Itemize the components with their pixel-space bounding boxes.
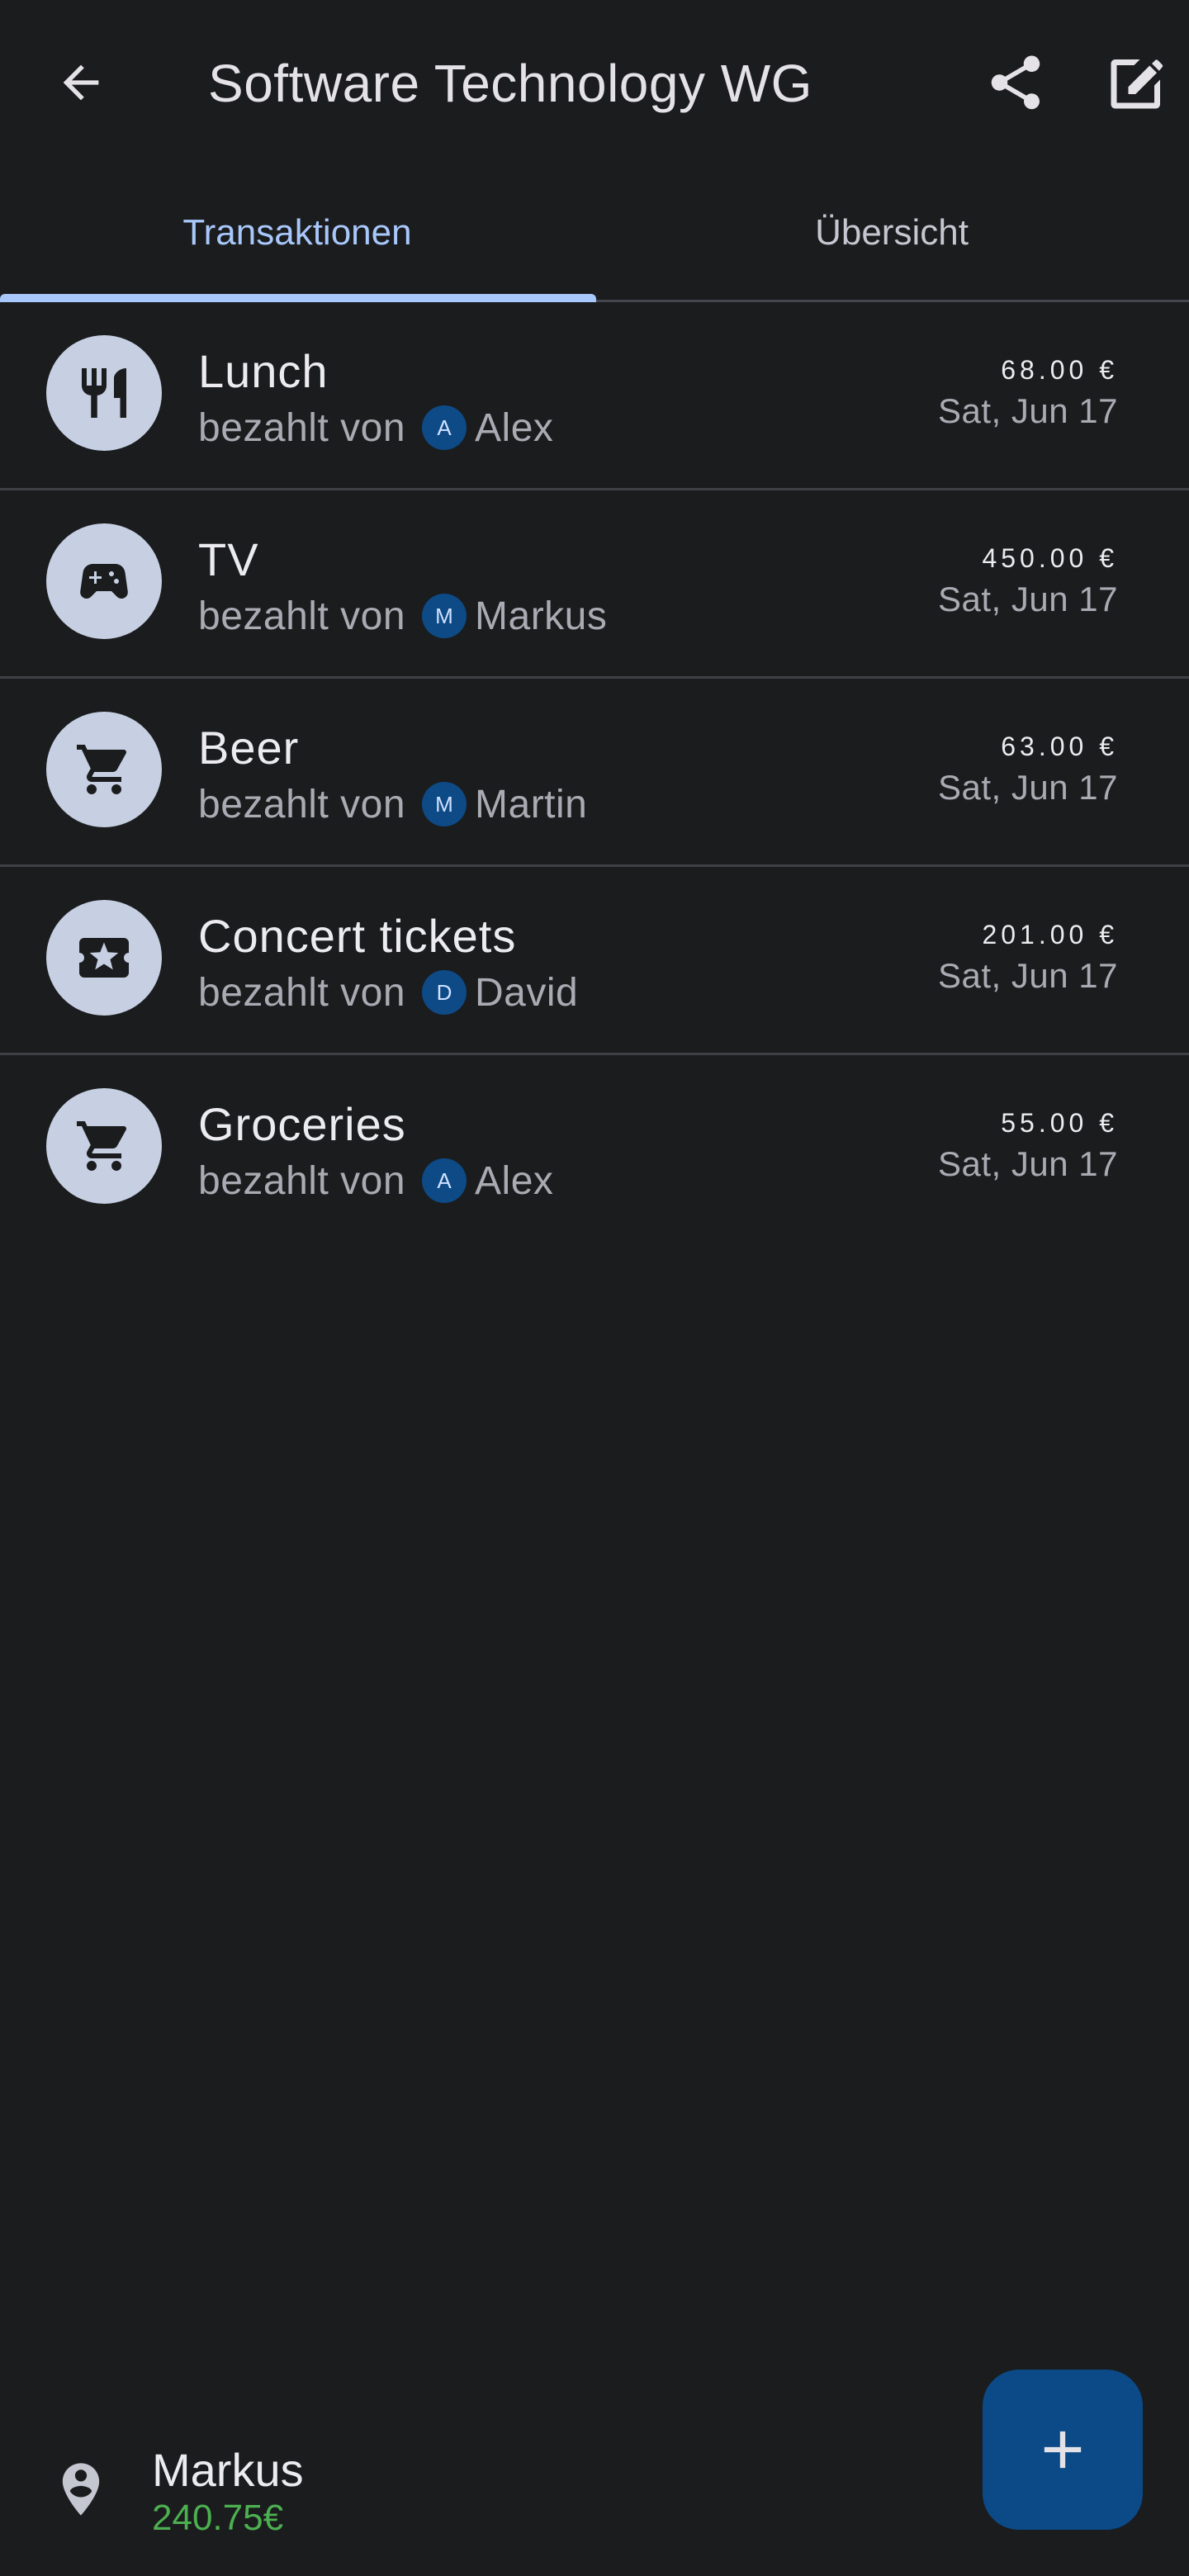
- transaction-date: Sat, Jun 17: [938, 768, 1118, 807]
- transaction-title: Lunch: [198, 345, 329, 397]
- page-title: Software Technology WG: [208, 54, 812, 113]
- paid-by-line: bezahlt von A Alex: [198, 403, 553, 452]
- tab-transaktionen[interactable]: Transaktionen: [0, 165, 594, 300]
- edit-icon: [1111, 59, 1163, 109]
- share-icon: [991, 55, 1040, 110]
- transaction-row[interactable]: Groceries bezahlt von A Alex 55.00 € Sat…: [0, 1055, 1189, 1243]
- transaction-date: Sat, Jun 17: [938, 956, 1118, 995]
- paid-by-label: bezahlt von: [198, 405, 406, 450]
- transaction-amount: 201.00 €: [982, 920, 1118, 949]
- paid-by-label: bezahlt von: [198, 782, 406, 826]
- payer-name: Alex: [475, 1158, 554, 1203]
- payer-name: Alex: [475, 405, 554, 450]
- restaurant-icon: [46, 335, 162, 451]
- ticket-icon: [46, 900, 162, 1016]
- transaction-amount: 68.00 €: [1001, 355, 1118, 385]
- gamepad-icon: [46, 523, 162, 639]
- shopping-cart-icon: [46, 1088, 162, 1204]
- transaction-title: Groceries: [198, 1098, 406, 1150]
- back-button[interactable]: [40, 41, 122, 124]
- paid-by-label: bezahlt von: [198, 594, 406, 638]
- payer-name: Martin: [475, 782, 588, 826]
- avatar: A: [422, 405, 467, 450]
- add-transaction-button[interactable]: [983, 2370, 1143, 2530]
- transaction-date: Sat, Jun 17: [938, 391, 1118, 430]
- transaction-amount: 63.00 €: [1001, 732, 1118, 761]
- paid-by-line: bezahlt von D David: [198, 968, 578, 1017]
- tab-uebersicht[interactable]: Übersicht: [594, 165, 1189, 300]
- payer-name: David: [475, 970, 579, 1015]
- top-app-bar: Software Technology WG: [0, 0, 1189, 165]
- transaction-list: Lunch bezahlt von A Alex 68.00 € Sat, Ju…: [0, 302, 1189, 1243]
- shopping-cart-icon: [46, 712, 162, 827]
- transaction-row[interactable]: Beer bezahlt von M Martin 63.00 € Sat, J…: [0, 679, 1189, 867]
- avatar: M: [422, 782, 467, 826]
- current-user[interactable]: Markus 240.75€: [46, 2444, 624, 2543]
- paid-by-line: bezahlt von M Martin: [198, 779, 587, 829]
- avatar: A: [422, 1158, 467, 1203]
- transaction-amount: 55.00 €: [1001, 1108, 1118, 1138]
- transaction-date: Sat, Jun 17: [938, 580, 1118, 618]
- avatar: M: [422, 594, 467, 638]
- transaction-title: TV: [198, 533, 259, 585]
- transaction-row[interactable]: Concert tickets bezahlt von D David 201.…: [0, 867, 1189, 1055]
- transaction-amount: 450.00 €: [982, 543, 1118, 573]
- tab-indicator: [0, 294, 596, 302]
- tab-label: Transaktionen: [182, 211, 412, 253]
- person-pin-icon: [46, 2452, 116, 2526]
- paid-by-label: bezahlt von: [198, 970, 406, 1015]
- app-root: Software Technology WG Transaktionen Übe…: [0, 0, 1189, 2576]
- transaction-row[interactable]: TV bezahlt von M Markus 450.00 € Sat, Ju…: [0, 490, 1189, 679]
- transaction-date: Sat, Jun 17: [938, 1144, 1118, 1183]
- share-button[interactable]: [974, 41, 1057, 124]
- arrow-back-icon: [63, 64, 99, 101]
- avatar: D: [422, 970, 467, 1015]
- transaction-title: Beer: [198, 722, 300, 774]
- paid-by-line: bezahlt von M Markus: [198, 591, 607, 641]
- transaction-title: Concert tickets: [198, 910, 517, 962]
- paid-by-label: bezahlt von: [198, 1158, 406, 1203]
- edit-button[interactable]: [1092, 37, 1182, 128]
- payer-name: Markus: [475, 594, 608, 638]
- user-name: Markus: [152, 2444, 304, 2496]
- transaction-row[interactable]: Lunch bezahlt von A Alex 68.00 € Sat, Ju…: [0, 302, 1189, 490]
- user-balance: 240.75€: [152, 2498, 284, 2538]
- add-icon: [1044, 2431, 1082, 2469]
- tab-label: Übersicht: [815, 211, 969, 253]
- paid-by-line: bezahlt von A Alex: [198, 1156, 553, 1205]
- tab-bar: Transaktionen Übersicht: [0, 165, 1189, 302]
